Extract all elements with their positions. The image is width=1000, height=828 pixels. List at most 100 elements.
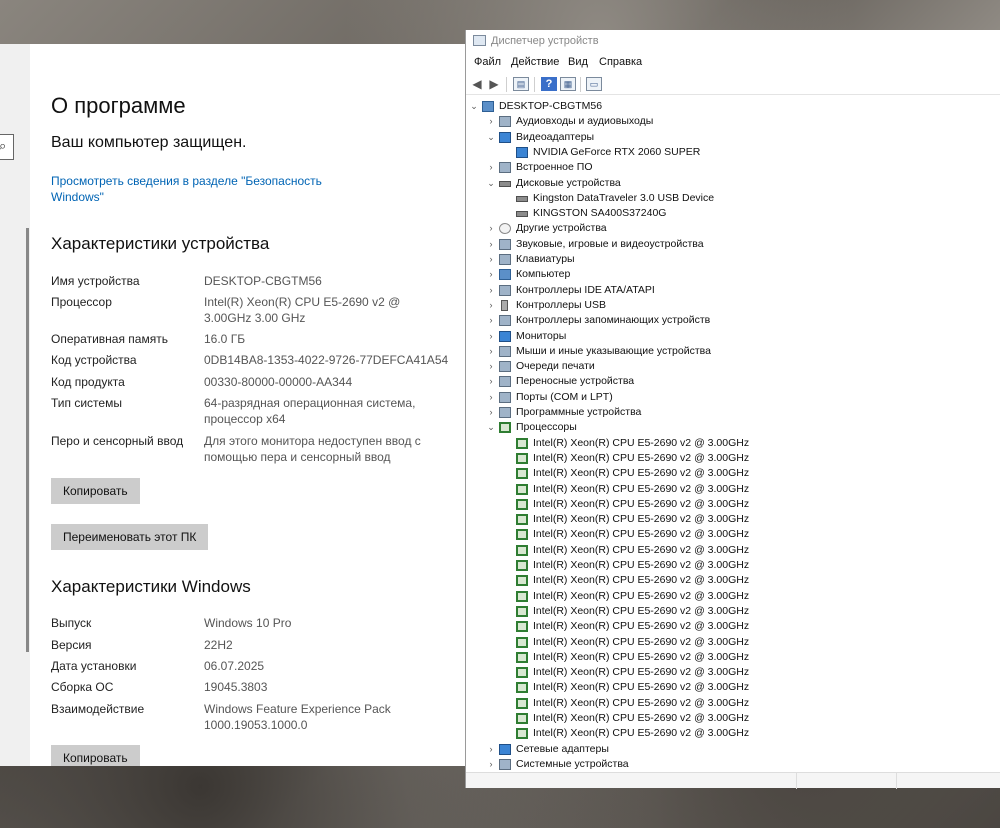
device-spec-value: 0DB14BA8-1353-4022-9726-77DEFCA41A54 (204, 353, 449, 367)
tree-label: Intel(R) Xeon(R) CPU E5-2690 v2 @ 3.00GH… (533, 543, 750, 556)
disk-icon (499, 180, 511, 187)
cpu-icon (516, 651, 528, 663)
windows-spec-value: 19045.3803 (204, 680, 268, 694)
cpu-icon (516, 590, 528, 602)
tree-label: Intel(R) Xeon(R) CPU E5-2690 v2 @ 3.00GH… (533, 451, 750, 464)
cpu-icon (516, 605, 528, 617)
copy-windows-specs-button[interactable]: Копировать (51, 745, 140, 766)
mouse-icon (499, 345, 511, 357)
toolbar: ◀ ▶ ▤ ? ▦ ▭ (466, 73, 1000, 95)
tree-label: DESKTOP-CBGTM56 (499, 100, 603, 112)
tree-label: Intel(R) Xeon(R) CPU E5-2690 v2 @ 3.00GH… (533, 712, 750, 724)
expand-arrow-icon[interactable]: › (486, 283, 496, 298)
monitor-scan-icon[interactable]: ▭ (586, 77, 602, 91)
tree-label: Звуковые, игровые и видеоустройства (516, 237, 704, 250)
collapse-arrow-icon[interactable]: ⌄ (486, 130, 496, 145)
expand-arrow-icon[interactable]: › (486, 329, 496, 344)
menu-view[interactable]: Вид (568, 56, 588, 68)
window-title: Диспетчер устройств (491, 35, 599, 47)
back-arrow-icon[interactable]: ◀ (469, 77, 485, 91)
status-bar (466, 772, 1000, 789)
title-bar[interactable]: Диспетчер устройств (466, 30, 1000, 52)
tree-label: Intel(R) Xeon(R) CPU E5-2690 v2 @ 3.00GH… (533, 513, 750, 526)
device-spec-key: Процессор (51, 295, 112, 309)
tree-label: Intel(R) Xeon(R) CPU E5-2690 v2 @ 3.00GH… (533, 528, 750, 541)
tree-label: Intel(R) Xeon(R) CPU E5-2690 v2 @ 3.00GH… (533, 681, 750, 694)
tree-label: Другие устройства (516, 222, 607, 235)
toolbar-separator (506, 77, 507, 92)
tree-label: Intel(R) Xeon(R) CPU E5-2690 v2 @ 3.00GH… (533, 620, 750, 633)
expand-arrow-icon[interactable]: › (486, 374, 496, 389)
expand-arrow-icon[interactable]: › (486, 742, 496, 757)
cpu-icon (516, 621, 528, 633)
windows-spec-key: Выпуск (51, 616, 92, 630)
cpu-icon (516, 636, 528, 648)
cpu-icon (516, 514, 528, 526)
ide-controller-icon (499, 284, 511, 296)
cpu-icon (516, 575, 528, 587)
windows-specs-heading: Характеристики Windows (51, 577, 251, 596)
settings-search-box[interactable]: ⌕ (0, 134, 14, 160)
windows-security-link[interactable]: Просмотреть сведения в разделе "Безопасн… (51, 173, 351, 205)
windows-spec-key: Взаимодействие (51, 702, 145, 716)
device-spec-value: Intel(R) Xeon(R) CPU E5-2690 v2 @ 3.00GH… (204, 295, 401, 325)
device-tree[interactable]: ⌄ DESKTOP-CBGTM56 › Аудиовходы и аудиовыход… (466, 99, 1000, 772)
network-adapter-icon (499, 743, 511, 755)
expand-arrow-icon[interactable]: › (486, 252, 496, 267)
cpu-icon (499, 422, 511, 434)
windows-spec-value: 22H2 (204, 638, 233, 652)
expand-arrow-icon[interactable]: › (486, 160, 496, 175)
expand-arrow-icon[interactable]: › (486, 757, 496, 772)
menu-file[interactable]: Файл (474, 56, 501, 68)
help-icon[interactable]: ? (541, 77, 557, 91)
settings-about-window: ⌕ О программе Ваш компьютер защищен. Про… (0, 44, 465, 766)
tree-label: Контроллеры запоминающих устройств (516, 314, 711, 327)
speaker-icon (499, 116, 511, 128)
expand-arrow-icon[interactable]: › (486, 405, 496, 420)
tree-label: Программные устройства (516, 406, 642, 418)
expand-arrow-icon[interactable]: › (486, 298, 496, 313)
forward-arrow-icon[interactable]: ▶ (486, 77, 502, 91)
expand-arrow-icon[interactable]: › (486, 359, 496, 374)
windows-spec-key: Дата установки (51, 659, 137, 673)
windows-spec-key: Сборка ОС (51, 680, 114, 694)
expand-arrow-icon[interactable]: › (486, 313, 496, 328)
software-device-icon (499, 407, 511, 418)
tree-label: Порты (COM и LPT) (516, 390, 613, 403)
windows-spec-value: 06.07.2025 (204, 659, 265, 673)
copy-device-specs-button[interactable]: Копировать (51, 478, 140, 504)
settings-nav-strip: ⌕ (0, 44, 30, 766)
collapse-arrow-icon[interactable]: ⌄ (469, 99, 479, 114)
search-icon: ⌕ (0, 138, 7, 153)
collapse-arrow-icon[interactable]: ⌄ (486, 420, 496, 435)
menu-action[interactable]: Действие (511, 56, 559, 68)
disk-icon (516, 211, 528, 218)
rename-pc-button[interactable]: Переименовать этот ПК (51, 524, 209, 550)
cpu-icon (516, 667, 528, 679)
update-driver-icon[interactable]: ▦ (560, 77, 576, 91)
menu-help[interactable]: Справка (599, 56, 642, 68)
storage-controller-icon (499, 315, 511, 327)
expand-arrow-icon[interactable]: › (486, 390, 496, 405)
keyboard-icon (499, 254, 511, 265)
tree-label: Intel(R) Xeon(R) CPU E5-2690 v2 @ 3.00GH… (533, 666, 750, 679)
cpu-icon (516, 452, 528, 464)
nav-scrollbar[interactable] (26, 228, 29, 652)
tree-label: Intel(R) Xeon(R) CPU E5-2690 v2 @ 3.00GH… (533, 604, 750, 617)
unknown-device-icon (499, 223, 511, 235)
expand-arrow-icon[interactable]: › (486, 114, 496, 129)
expand-arrow-icon[interactable]: › (486, 344, 496, 359)
tree-label: Intel(R) Xeon(R) CPU E5-2690 v2 @ 3.00GH… (533, 559, 750, 571)
device-spec-key: Код продукта (51, 375, 125, 389)
windows-spec-key: Версия (51, 638, 92, 652)
expand-arrow-icon[interactable]: › (486, 221, 496, 236)
device-spec-value: 64-разрядная операционная система, проце… (204, 396, 416, 426)
system-device-icon (499, 758, 511, 770)
device-spec-value: 00330-80000-00000-AA344 (204, 375, 353, 389)
cpu-icon (516, 713, 528, 724)
properties-icon[interactable]: ▤ (513, 77, 529, 91)
expand-arrow-icon[interactable]: › (486, 267, 496, 282)
collapse-arrow-icon[interactable]: ⌄ (486, 176, 496, 191)
firmware-icon (499, 162, 511, 174)
expand-arrow-icon[interactable]: › (486, 237, 496, 252)
